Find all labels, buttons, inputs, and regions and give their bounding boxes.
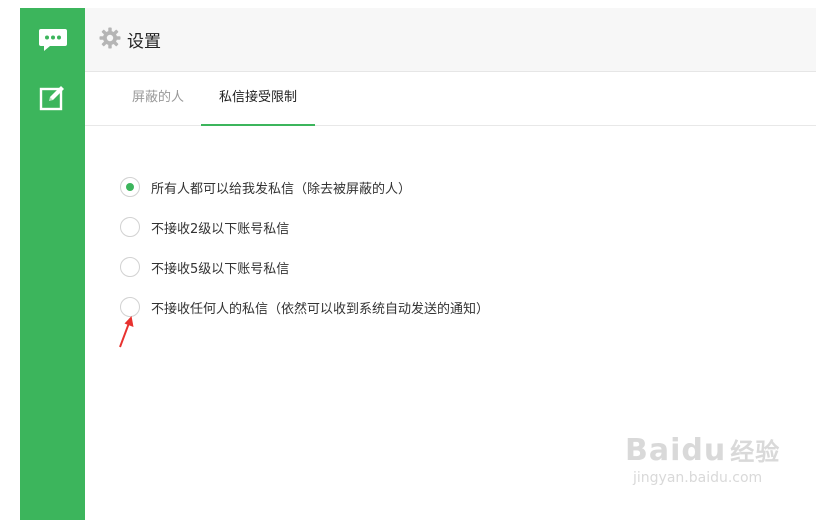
page-title: 设置: [127, 32, 161, 52]
radio-button[interactable]: [120, 217, 140, 237]
option-allow-all[interactable]: 所有人都可以给我发私信（除去被屏蔽的人）: [120, 176, 411, 198]
watermark: Baidu 经验 jingyan.baidu.com: [625, 432, 810, 502]
radio-button[interactable]: [120, 257, 140, 277]
option-label: 不接收5级以下账号私信: [151, 261, 290, 277]
watermark-logo: Baidu 经验: [625, 433, 781, 468]
sidebar: [20, 8, 85, 520]
option-label: 不接收2级以下账号私信: [151, 221, 290, 237]
option-label: 不接收任何人的私信（依然可以收到系统自动发送的通知）: [151, 301, 490, 317]
page-header: 设置: [85, 8, 816, 72]
radio-button[interactable]: [120, 177, 140, 197]
tab-message-restrictions[interactable]: 私信接受限制: [201, 72, 315, 126]
tab-bar: 屏蔽的人 私信接受限制: [85, 72, 816, 126]
edit-icon[interactable]: [37, 82, 69, 114]
watermark-url: jingyan.baidu.com: [633, 470, 763, 486]
option-block-below-level-2[interactable]: 不接收2级以下账号私信: [120, 216, 289, 238]
gear-icon: [99, 27, 121, 53]
option-block-below-level-5[interactable]: 不接收5级以下账号私信: [120, 256, 289, 278]
tab-blocked-users[interactable]: 屏蔽的人: [115, 72, 201, 126]
chat-bubble-icon[interactable]: [37, 24, 69, 56]
option-label: 所有人都可以给我发私信（除去被屏蔽的人）: [151, 181, 412, 197]
annotation-arrow-icon: [119, 316, 134, 348]
option-block-all[interactable]: 不接收任何人的私信（依然可以收到系统自动发送的通知）: [120, 296, 489, 318]
